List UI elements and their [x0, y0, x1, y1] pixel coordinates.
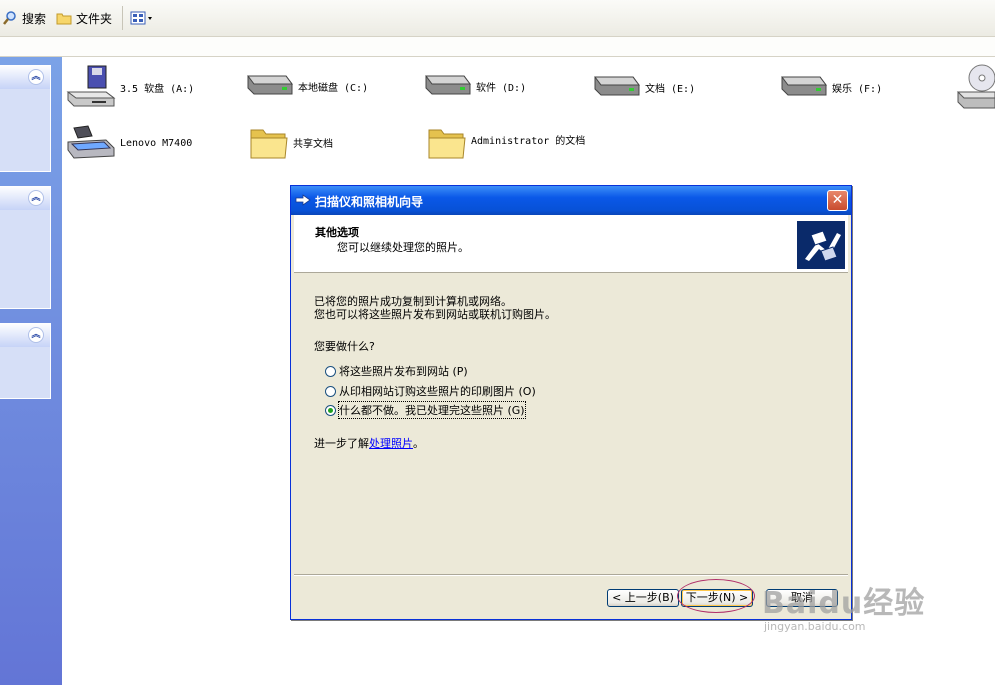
- close-button[interactable]: ✕: [827, 190, 848, 211]
- collapse-chevron-icon[interactable]: ︽: [28, 69, 44, 85]
- option-label: 将这些照片发布到网站 (P): [339, 365, 468, 378]
- dialog-titlebar[interactable]: 扫描仪和照相机向导 ✕: [291, 186, 851, 215]
- learn-more-line: 进一步了解处理照片。: [314, 435, 424, 451]
- drive-item-cd[interactable]: [956, 62, 995, 112]
- item-label: Lenovo M7400: [120, 137, 193, 149]
- folder-item-admin[interactable]: Administrator 的文档: [427, 122, 591, 162]
- scanner-item[interactable]: Lenovo M7400: [66, 124, 192, 162]
- item-label: 共享文档: [293, 138, 333, 150]
- learn-more-prefix: 进一步了解: [314, 437, 369, 450]
- folders-button[interactable]: 文件夹: [56, 9, 112, 27]
- folder-item-shared[interactable]: 共享文档: [249, 122, 333, 162]
- wizard-header: 其他选项 您可以继续处理您的照片。: [294, 215, 848, 273]
- dialog-title: 扫描仪和照相机向导: [315, 195, 424, 209]
- views-button[interactable]: [130, 9, 154, 27]
- task-pane-box-header: ︽: [0, 65, 50, 89]
- folder-icon: [250, 129, 288, 159]
- option-do-nothing[interactable]: 什么都不做。我已处理完这些照片 (G): [325, 401, 526, 419]
- back-button[interactable]: < 上一步(B): [607, 589, 679, 607]
- learn-more-suffix: 。: [413, 437, 424, 450]
- address-bar: [0, 37, 995, 57]
- scanner-icon: [67, 125, 115, 159]
- cd-drive-icon: [956, 64, 995, 109]
- search-label: 搜索: [22, 11, 47, 26]
- toolbar-separator: [122, 6, 123, 30]
- item-label: 3.5 软盘 (A:): [120, 83, 195, 95]
- option-publish-web[interactable]: 将这些照片发布到网站 (P): [325, 363, 468, 379]
- drive-item-f[interactable]: 娱乐 (F:): [778, 73, 882, 101]
- question-label: 您要做什么?: [314, 340, 375, 353]
- floppy-drive-icon: [66, 65, 116, 107]
- task-pane-box-header: ︽: [0, 323, 50, 347]
- scanner-camera-wizard-dialog: 扫描仪和照相机向导 ✕ 其他选项 您可以继续处理您的照片。 已将您的照片成功复制…: [290, 185, 852, 620]
- task-pane-box: ︽: [0, 323, 51, 399]
- footer-divider: [294, 574, 848, 576]
- drive-item-a[interactable]: 3.5 软盘 (A:): [66, 64, 194, 110]
- search-button[interactable]: 搜索: [2, 9, 46, 27]
- task-pane-box: ︽: [0, 186, 51, 309]
- explorer-toolbar: 搜索 文件夹: [0, 0, 995, 37]
- option-label: 什么都不做。我已处理完这些照片 (G): [338, 401, 526, 419]
- option-label: 从印相网站订购这些照片的印刷图片 (O): [339, 385, 536, 398]
- hard-disk-icon: [594, 76, 640, 96]
- hard-disk-icon: [781, 76, 827, 96]
- radio-button[interactable]: [325, 385, 336, 397]
- next-button[interactable]: 下一步(N) >: [681, 589, 753, 607]
- drive-item-d[interactable]: 软件 (D:): [422, 72, 526, 100]
- folder-icon: [56, 13, 72, 25]
- drive-item-e[interactable]: 文档 (E:): [591, 73, 695, 101]
- item-label: 软件 (D:): [476, 82, 527, 94]
- task-pane: ︽ ︽ ︽: [0, 57, 62, 685]
- task-pane-box-header: ︽: [0, 186, 50, 210]
- option-order-prints[interactable]: 从印相网站订购这些照片的印刷图片 (O): [325, 383, 536, 399]
- wizard-arrow-icon: [295, 194, 311, 206]
- search-icon: [3, 11, 16, 25]
- item-label: Administrator 的文档: [471, 136, 586, 147]
- task-pane-box: ︽: [0, 65, 51, 172]
- folder-icon: [428, 129, 466, 159]
- radio-button[interactable]: [325, 365, 336, 377]
- radio-button-checked[interactable]: [325, 404, 336, 416]
- drive-item-c[interactable]: 本地磁盘 (C:): [244, 72, 368, 100]
- learn-more-link[interactable]: 处理照片: [369, 437, 413, 450]
- hard-disk-icon: [425, 75, 471, 95]
- baidu-watermark: Baidu经验 jingyan.baidu.com: [762, 578, 925, 633]
- wizard-step-subtitle: 您可以继续处理您的照片。: [337, 241, 469, 254]
- wizard-logo-icon: [797, 221, 845, 269]
- watermark-brand: Baidu经验: [762, 586, 926, 621]
- item-label: 娱乐 (F:): [832, 83, 883, 95]
- item-label: 文档 (E:): [645, 83, 696, 95]
- item-label: 本地磁盘 (C:): [298, 82, 369, 94]
- hard-disk-icon: [247, 75, 293, 95]
- collapse-chevron-icon[interactable]: ︽: [28, 327, 44, 343]
- wizard-step-title: 其他选项: [315, 226, 359, 239]
- folders-label: 文件夹: [76, 11, 113, 26]
- collapse-chevron-icon[interactable]: ︽: [28, 190, 44, 206]
- views-grid-icon: [130, 11, 152, 25]
- intro-line-2: 您也可以将这些照片发布到网站或联机订购图片。: [314, 308, 556, 321]
